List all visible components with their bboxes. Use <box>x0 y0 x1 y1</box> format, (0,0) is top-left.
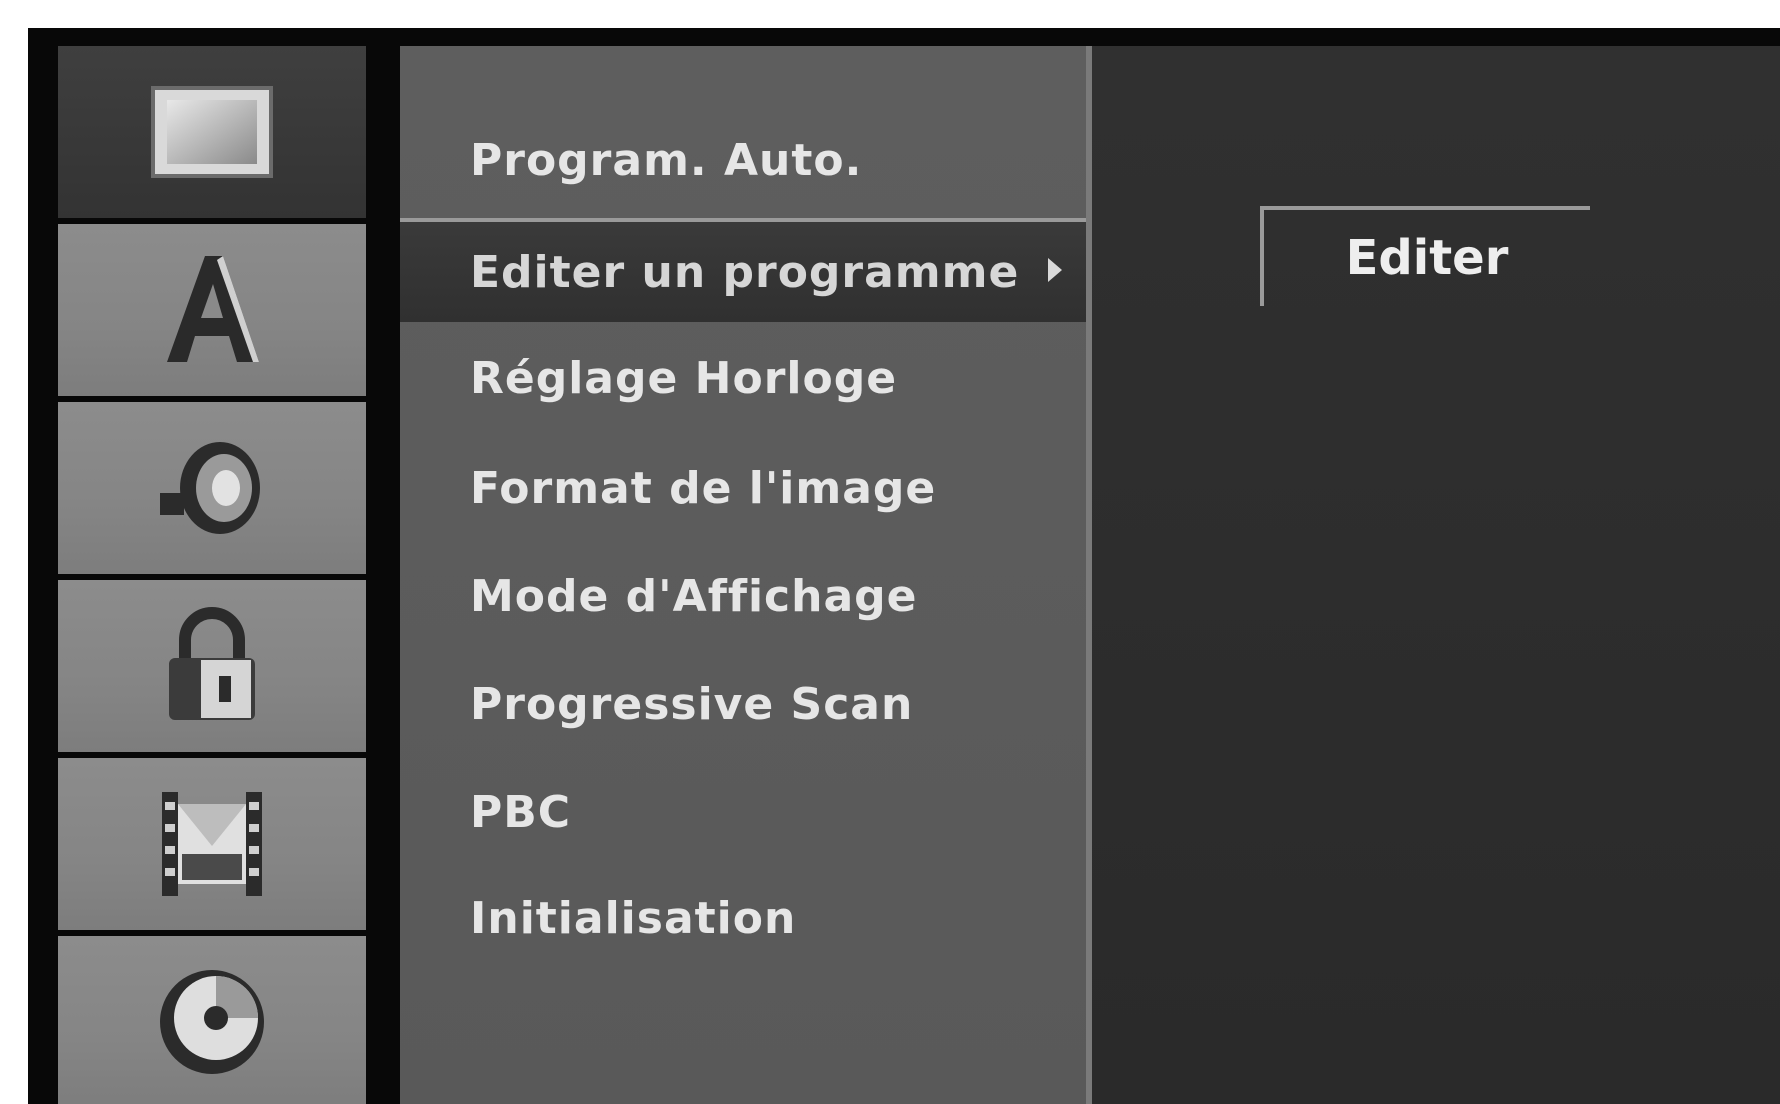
menu-item-reglage-horloge[interactable]: Réglage Horloge <box>400 328 1090 428</box>
speaker-icon <box>160 442 260 534</box>
picture-icon <box>151 86 273 178</box>
category-audio[interactable] <box>58 402 366 574</box>
film-icon <box>162 792 262 896</box>
menu-item-label: PBC <box>470 786 572 838</box>
disc-icon <box>160 970 264 1074</box>
setup-menu-list: Program. Auto. Editer un programme Régla… <box>400 46 1090 1104</box>
menu-item-format-image[interactable]: Format de l'image <box>400 438 1090 538</box>
menu-item-pbc[interactable]: PBC <box>400 762 1090 862</box>
menu-item-progressive-scan[interactable]: Progressive Scan <box>400 654 1090 754</box>
menu-item-label: Editer un programme <box>470 246 1020 298</box>
category-disc[interactable] <box>58 936 366 1104</box>
category-language[interactable] <box>58 224 366 396</box>
category-picture[interactable] <box>58 46 366 218</box>
editer-button-label: Editer <box>1345 230 1509 286</box>
submenu-arrow-icon <box>1048 258 1062 282</box>
menu-item-label: Program. Auto. <box>470 134 863 186</box>
menu-item-label: Initialisation <box>470 892 797 944</box>
lock-icon <box>169 607 255 720</box>
menu-item-mode-affichage[interactable]: Mode d'Affichage <box>400 546 1090 646</box>
category-lock[interactable] <box>58 580 366 752</box>
menu-item-label: Mode d'Affichage <box>470 570 918 622</box>
menu-item-label: Réglage Horloge <box>470 352 898 404</box>
submenu-panel: Editer <box>1092 46 1780 1104</box>
menu-item-initialisation[interactable]: Initialisation <box>400 868 1090 968</box>
menu-item-label: Format de l'image <box>470 462 937 514</box>
language-icon <box>167 256 259 362</box>
menu-item-program-auto[interactable]: Program. Auto. <box>400 110 1090 210</box>
menu-item-label: Progressive Scan <box>470 678 914 730</box>
editer-button[interactable]: Editer <box>1260 206 1590 306</box>
menu-item-editer-programme[interactable]: Editer un programme <box>400 222 1090 322</box>
category-film[interactable] <box>58 758 366 930</box>
setup-category-column <box>58 46 366 1104</box>
osd-screen: Program. Auto. Editer un programme Régla… <box>28 28 1780 1104</box>
